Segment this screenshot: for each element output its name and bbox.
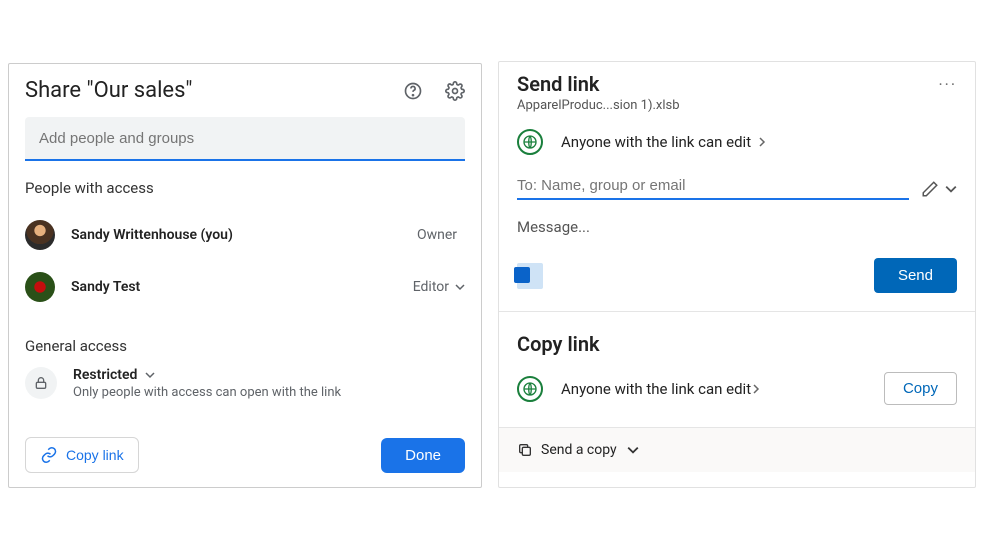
- gear-icon[interactable]: [445, 81, 465, 101]
- avatar: [25, 220, 55, 250]
- to-edit-controls[interactable]: [921, 180, 957, 198]
- more-icon[interactable]: ···: [938, 75, 957, 94]
- chevron-down-icon: [455, 282, 465, 292]
- restricted-label: Restricted: [73, 367, 137, 383]
- share-title: Share "Our sales": [25, 78, 192, 103]
- send-copy-label: Send a copy: [541, 442, 617, 458]
- globe-icon: [517, 376, 543, 402]
- send-link-dialog: Send link ··· ApparelProduc...sion 1).xl…: [498, 61, 976, 488]
- link-permission-text: Anyone with the link can edit: [561, 133, 751, 151]
- done-button[interactable]: Done: [381, 438, 465, 473]
- share-header-icons: [403, 81, 465, 101]
- copy-link-title: Copy link: [517, 332, 957, 356]
- add-people-input[interactable]: [25, 117, 465, 161]
- role-label: Owner: [417, 227, 457, 243]
- share-header: Share "Our sales": [25, 78, 465, 103]
- outlook-icon[interactable]: [517, 263, 543, 289]
- to-row: [517, 177, 957, 200]
- copy-link-label: Copy link: [66, 447, 124, 463]
- send-row: Send: [517, 258, 957, 293]
- role-dropdown[interactable]: Editor: [413, 279, 465, 295]
- restricted-dropdown[interactable]: Restricted: [73, 367, 341, 383]
- copy-icon: [517, 442, 533, 458]
- copy-button[interactable]: Copy: [884, 372, 957, 405]
- chevron-down-icon: [627, 444, 639, 456]
- link-permissions-row[interactable]: Anyone with the link can edit: [517, 129, 957, 155]
- person-name: Sandy Test: [71, 279, 413, 295]
- general-access-row: Restricted Only people with access can o…: [25, 367, 465, 400]
- pencil-icon: [921, 180, 939, 198]
- copy-link-section: Copy link Anyone with the link can edit …: [499, 312, 975, 428]
- general-access-label: General access: [25, 337, 465, 355]
- restricted-description: Only people with access can open with th…: [73, 385, 341, 400]
- restricted-block: Restricted Only people with access can o…: [73, 367, 341, 400]
- copy-link-permission-text: Anyone with the link can edit: [561, 380, 751, 398]
- chevron-down-icon: [145, 370, 155, 380]
- help-icon[interactable]: [403, 81, 423, 101]
- role-label: Editor: [413, 279, 449, 295]
- share-dialog: Share "Our sales" People with access San…: [8, 63, 482, 488]
- person-name: Sandy Writtenhouse (you): [71, 227, 417, 243]
- people-with-access-label: People with access: [25, 179, 465, 197]
- send-button[interactable]: Send: [874, 258, 957, 293]
- send-copy-section: Send a copy: [499, 428, 975, 472]
- file-name: ApparelProduc...sion 1).xlsb: [517, 98, 957, 113]
- send-link-header: Send link ···: [517, 72, 957, 96]
- to-input-wrap: [517, 177, 909, 200]
- globe-icon: [517, 129, 543, 155]
- to-input[interactable]: [517, 177, 909, 194]
- link-icon: [40, 446, 58, 464]
- person-row: Sandy Writtenhouse (you) Owner: [25, 209, 465, 261]
- chevron-right-icon: [751, 384, 761, 394]
- chevron-down-icon: [945, 183, 957, 195]
- general-access-section: General access Restricted Only people wi…: [25, 337, 465, 400]
- send-copy-dropdown[interactable]: Send a copy: [517, 442, 957, 458]
- share-footer: Copy link Done: [25, 437, 465, 473]
- copy-link-button[interactable]: Copy link: [25, 437, 139, 473]
- copy-link-row: Anyone with the link can edit Copy: [517, 372, 957, 405]
- send-link-section: Send link ··· ApparelProduc...sion 1).xl…: [499, 62, 975, 312]
- lock-icon: [25, 367, 57, 399]
- avatar: [25, 272, 55, 302]
- person-row: Sandy Test Editor: [25, 261, 465, 313]
- send-link-title: Send link: [517, 72, 600, 96]
- chevron-right-icon: [757, 137, 767, 147]
- copy-link-perm[interactable]: Anyone with the link can edit: [517, 376, 761, 402]
- message-input[interactable]: Message...: [517, 218, 957, 236]
